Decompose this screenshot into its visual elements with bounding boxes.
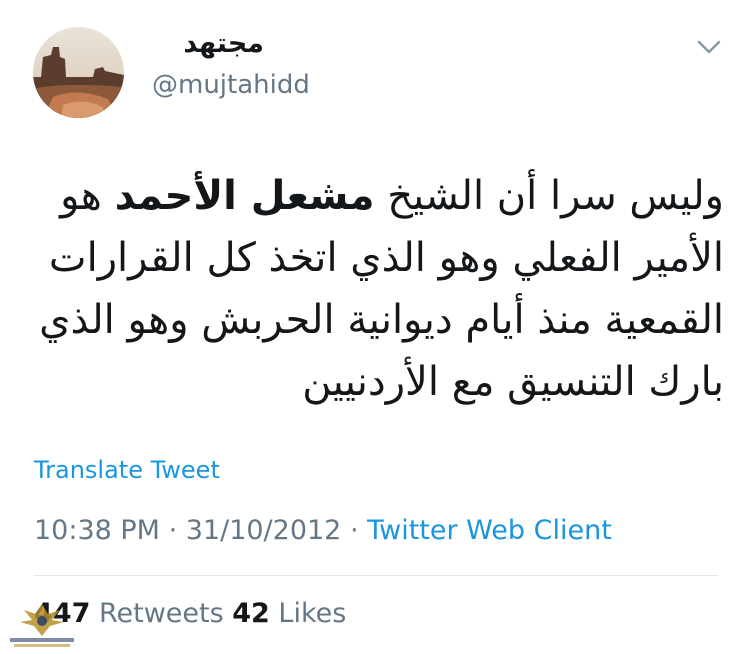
meta-separator: · <box>159 515 186 546</box>
user-handle[interactable]: @mujtahidd <box>152 70 310 100</box>
tweet-date[interactable]: 31/10/2012 <box>186 515 342 546</box>
likes-label[interactable]: Likes <box>270 598 346 629</box>
tweet-text: وليس سرا أن الشيخ مشعل الأحمد هو الأمير … <box>24 165 724 413</box>
likes-count[interactable]: 42 <box>232 598 270 629</box>
tweet-text-part1: وليس سرا أن الشيخ <box>374 173 724 219</box>
tweet-meta: 10:38 PM · 31/10/2012 · Twitter Web Clie… <box>34 515 612 546</box>
tweet-client-link[interactable]: Twitter Web Client <box>367 515 612 546</box>
divider <box>34 575 718 576</box>
tweet-time[interactable]: 10:38 PM <box>34 515 160 546</box>
meta-separator: · <box>341 515 368 546</box>
chevron-down-icon[interactable] <box>695 36 723 58</box>
translate-tweet-link[interactable]: Translate Tweet <box>34 456 220 484</box>
retweets-label[interactable]: Retweets <box>90 598 232 629</box>
forum-watermark-logo <box>2 600 82 650</box>
avatar[interactable] <box>33 27 124 118</box>
display-name[interactable]: مجتهد <box>183 28 264 59</box>
tweet-text-mention: مشعل الأحمد <box>114 173 375 219</box>
